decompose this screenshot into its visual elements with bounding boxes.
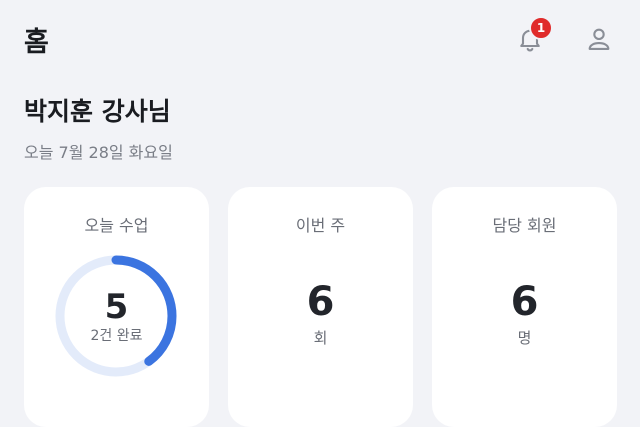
profile-button[interactable] [579, 19, 619, 59]
this-week-count: 6 [306, 279, 335, 325]
this-week-unit: 회 [313, 329, 328, 347]
this-week-card[interactable]: 이번 주 6 회 [228, 187, 413, 427]
instructor-greeting: 박지훈 강사님 [24, 97, 171, 126]
today-date: 오늘 7월 28일 화요일 [24, 143, 173, 162]
page-title: 홈 [24, 27, 50, 58]
assigned-members-unit: 명 [517, 329, 532, 347]
card-label: 담당 회원 [492, 216, 557, 235]
today-classes-count: 5 [104, 287, 129, 327]
today-classes-card[interactable]: 오늘 수업 5 2건 완료 [24, 187, 209, 427]
top-bar: 홈 1 [0, 0, 640, 76]
assigned-members-count: 6 [510, 279, 539, 325]
notification-badge: 1 [529, 16, 553, 40]
notifications-button[interactable]: 1 [510, 16, 553, 59]
user-icon [588, 28, 610, 50]
completed-count: 2건 완료 [90, 328, 143, 344]
assigned-members-card[interactable]: 담당 회원 6 명 [432, 187, 617, 427]
card-label: 이번 주 [295, 216, 346, 235]
card-label: 오늘 수업 [84, 216, 149, 235]
